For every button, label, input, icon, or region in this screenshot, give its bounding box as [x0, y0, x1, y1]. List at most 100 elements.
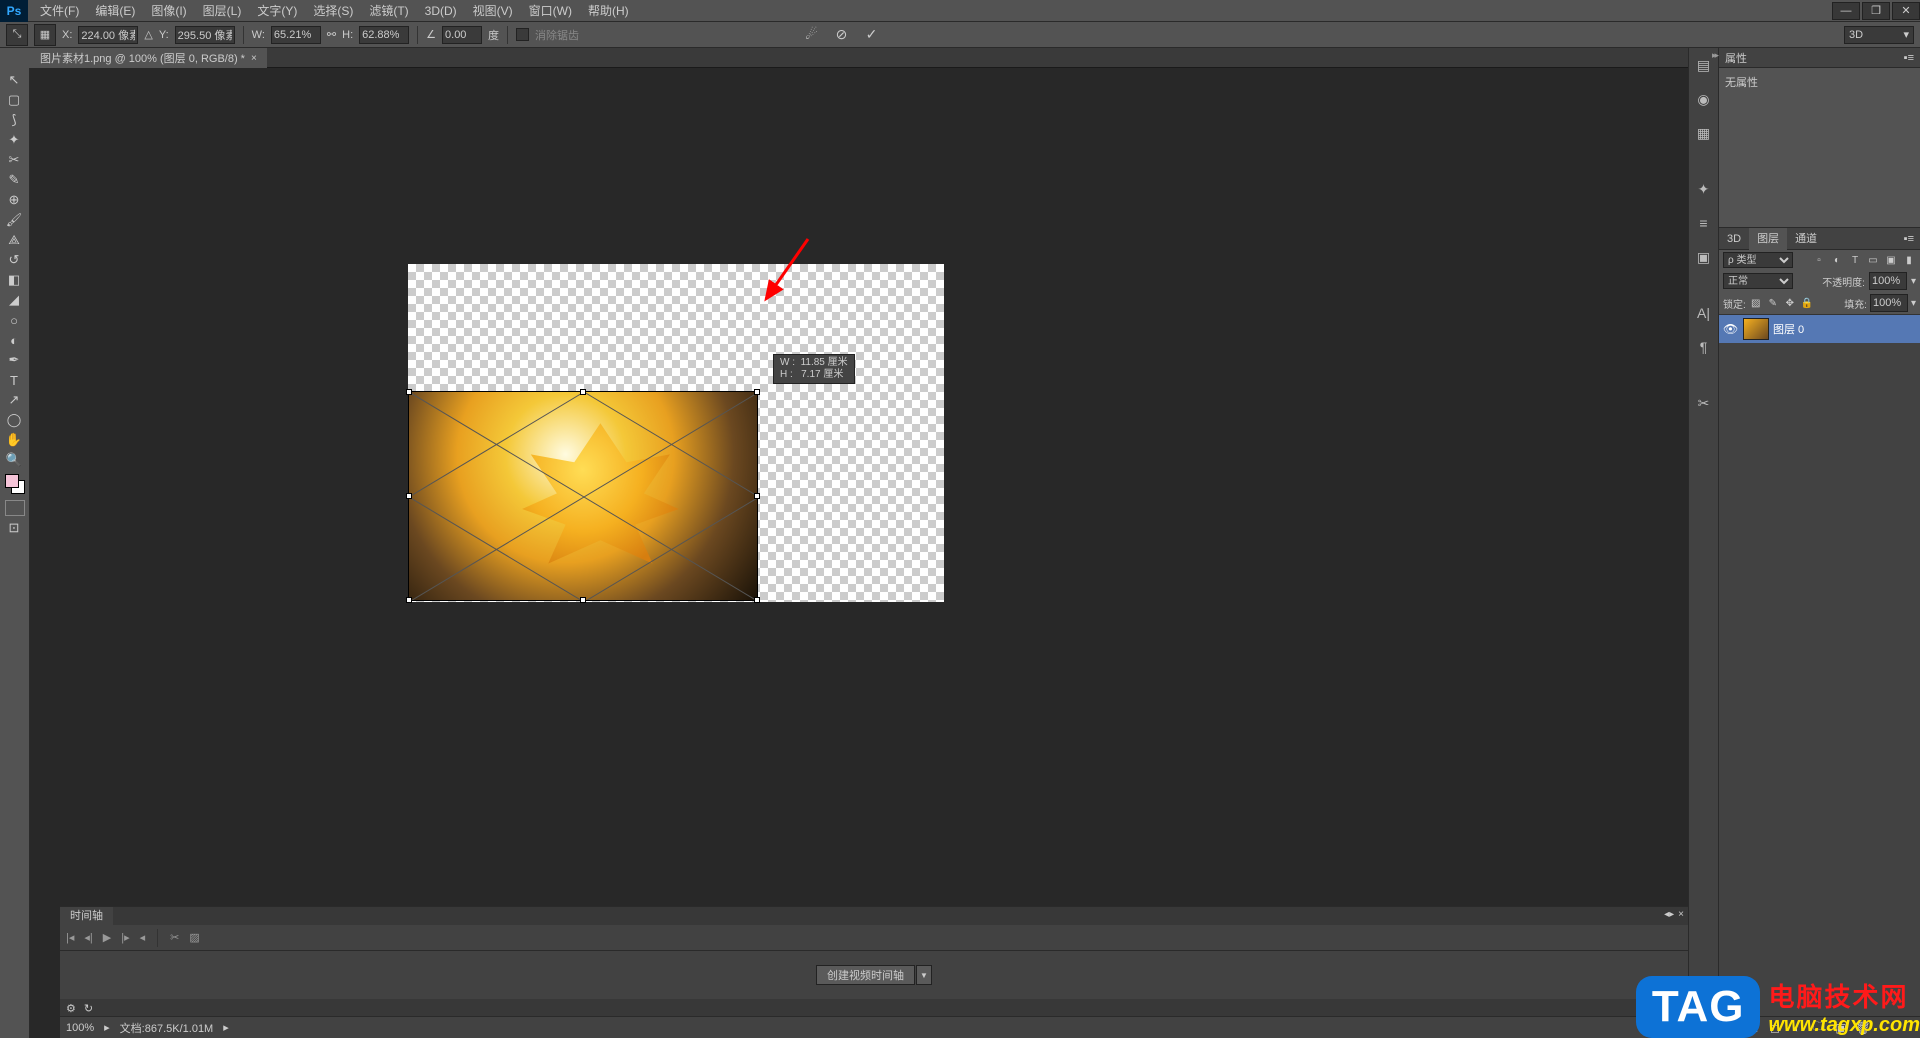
- w-input[interactable]: [271, 26, 321, 44]
- delta-icon[interactable]: △: [144, 28, 152, 41]
- path-tool[interactable]: ↗: [0, 390, 28, 410]
- angle-input[interactable]: [442, 26, 482, 44]
- y-input[interactable]: [175, 26, 235, 44]
- timeline-close-icon[interactable]: ×: [1678, 909, 1684, 920]
- canvas[interactable]: W : 11.85 厘米 H : 7.17 厘米: [408, 264, 944, 602]
- layer-filter-select[interactable]: ρ 类型: [1723, 252, 1793, 268]
- layers-mini-icon[interactable]: ▣: [1693, 246, 1715, 268]
- brush-tool[interactable]: 🖌: [0, 210, 28, 230]
- menu-view[interactable]: 视图(V): [465, 0, 521, 22]
- properties-panel-header[interactable]: 属性 ▪≡: [1719, 48, 1920, 68]
- menu-image[interactable]: 图像(I): [143, 0, 194, 22]
- timeline-tab[interactable]: 时间轴: [60, 907, 113, 925]
- close-tab-icon[interactable]: ×: [251, 53, 257, 64]
- foreground-color[interactable]: [5, 474, 19, 488]
- eraser-tool[interactable]: ◧: [0, 270, 28, 290]
- filter-toggle-icon[interactable]: ▮: [1902, 253, 1916, 267]
- layer-name[interactable]: 图层 0: [1773, 321, 1804, 337]
- stamp-tool[interactable]: ⟁: [0, 230, 28, 250]
- cancel-transform-button[interactable]: ⊘: [832, 25, 852, 45]
- tl-cut-button[interactable]: ✂: [170, 931, 179, 944]
- layers-panel-menu-icon[interactable]: ▪≡: [1904, 233, 1920, 245]
- tab-3d[interactable]: 3D: [1719, 228, 1749, 250]
- history-brush-tool[interactable]: ↺: [0, 250, 28, 270]
- color-panel-icon[interactable]: ◉: [1693, 88, 1715, 110]
- zoom-arrow-icon[interactable]: ▸: [104, 1021, 110, 1034]
- dock-collapse-icon[interactable]: ▸▸: [1712, 50, 1717, 61]
- zoom-tool[interactable]: 🔍: [0, 450, 28, 470]
- fill-input[interactable]: [1870, 294, 1908, 312]
- shape-tool[interactable]: ◯: [0, 410, 28, 430]
- tab-layers[interactable]: 图层: [1749, 228, 1787, 250]
- adjustments-panel-icon[interactable]: ✦: [1693, 178, 1715, 200]
- link-icon[interactable]: ⚯: [327, 28, 336, 41]
- commit-transform-button[interactable]: ✓: [862, 25, 882, 45]
- layer-thumbnail[interactable]: [1743, 318, 1769, 340]
- brush-panel-icon[interactable]: ✂: [1693, 392, 1715, 414]
- status-arrow-icon[interactable]: ▸: [223, 1021, 229, 1034]
- marquee-tool[interactable]: ▢: [0, 90, 28, 110]
- blur-tool[interactable]: ○: [0, 310, 28, 330]
- move-tool[interactable]: ↖: [0, 70, 28, 90]
- swatches-panel-icon[interactable]: ▦: [1693, 122, 1715, 144]
- healing-tool[interactable]: ⊕: [0, 190, 28, 210]
- menu-help[interactable]: 帮助(H): [580, 0, 637, 22]
- styles-panel-icon[interactable]: ≡: [1693, 212, 1715, 234]
- warp-mode-icon[interactable]: ☄: [802, 25, 822, 45]
- minimize-button[interactable]: —: [1832, 2, 1860, 20]
- filter-smart-icon[interactable]: ▣: [1884, 253, 1898, 267]
- screen-mode-button[interactable]: ⊡: [0, 518, 28, 538]
- fill-arrow-icon[interactable]: ▾: [1911, 298, 1916, 309]
- type-tool[interactable]: T: [0, 370, 28, 390]
- tl-play-button[interactable]: ▶: [103, 931, 111, 944]
- tab-channels[interactable]: 通道: [1787, 228, 1825, 250]
- eyedropper-tool[interactable]: ✎: [0, 170, 28, 190]
- color-swatch[interactable]: [5, 474, 25, 494]
- filter-type-icon[interactable]: T: [1848, 253, 1862, 267]
- visibility-toggle-icon[interactable]: 👁: [1723, 322, 1739, 336]
- workspace-3d-select[interactable]: 3D▾: [1844, 26, 1914, 44]
- antialias-checkbox[interactable]: [516, 28, 529, 41]
- gradient-tool[interactable]: ◢: [0, 290, 28, 310]
- tl-settings-icon[interactable]: ⚙: [66, 1002, 76, 1015]
- zoom-value[interactable]: 100%: [66, 1022, 94, 1034]
- doc-size[interactable]: 文档:867.5K/1.01M: [120, 1020, 214, 1036]
- tl-prev-frame-button[interactable]: ◂|: [84, 931, 92, 944]
- filter-image-icon[interactable]: ▫: [1812, 253, 1826, 267]
- h-input[interactable]: [359, 26, 409, 44]
- create-video-timeline-button[interactable]: 创建视频时间轴: [816, 965, 915, 985]
- lock-pixels-icon[interactable]: ✎: [1766, 296, 1780, 310]
- filter-shape-icon[interactable]: ▭: [1866, 253, 1880, 267]
- layer-row[interactable]: 👁 图层 0: [1719, 315, 1920, 343]
- menu-type[interactable]: 文字(Y): [249, 0, 305, 22]
- paragraph-panel-icon[interactable]: ¶: [1693, 336, 1715, 358]
- quickmask-button[interactable]: [5, 500, 25, 516]
- menu-window[interactable]: 窗口(W): [521, 0, 580, 22]
- blend-mode-select[interactable]: 正常: [1723, 273, 1793, 289]
- opacity-arrow-icon[interactable]: ▾: [1911, 276, 1916, 287]
- character-panel-icon[interactable]: A|: [1693, 302, 1715, 324]
- menu-edit[interactable]: 编辑(E): [87, 0, 143, 22]
- reference-point-icon[interactable]: ▦: [34, 24, 56, 46]
- canvas-area[interactable]: W : 11.85 厘米 H : 7.17 厘米 时间轴 ◂▸ × |◂ ◂| …: [30, 68, 1920, 1038]
- panel-menu-icon[interactable]: ▪≡: [1904, 52, 1914, 64]
- maximize-button[interactable]: ❐: [1862, 2, 1890, 20]
- menu-filter[interactable]: 滤镜(T): [361, 0, 416, 22]
- crop-tool[interactable]: ✂: [0, 150, 28, 170]
- hand-tool[interactable]: ✋: [0, 430, 28, 450]
- close-button[interactable]: ✕: [1892, 2, 1920, 20]
- lasso-tool[interactable]: ⟆: [0, 110, 28, 130]
- lock-transparency-icon[interactable]: ▨: [1749, 296, 1763, 310]
- opacity-input[interactable]: [1869, 272, 1907, 290]
- layer-list[interactable]: 👁 图层 0: [1719, 315, 1920, 1016]
- filter-adjust-icon[interactable]: ◐: [1830, 253, 1844, 267]
- menu-select[interactable]: 选择(S): [305, 0, 361, 22]
- tl-convert-icon[interactable]: ↻: [84, 1002, 93, 1015]
- transform-tool-icon[interactable]: ⤡: [6, 24, 28, 46]
- tl-transition-button[interactable]: ▨: [189, 931, 199, 944]
- menu-layer[interactable]: 图层(L): [195, 0, 250, 22]
- document-tab[interactable]: 图片素材1.png @ 100% (图层 0, RGB/8) * ×: [30, 48, 267, 68]
- timeline-type-dropdown[interactable]: ▼: [916, 965, 932, 985]
- x-input[interactable]: [78, 26, 138, 44]
- timeline-collapse-icon[interactable]: ◂▸: [1664, 909, 1674, 920]
